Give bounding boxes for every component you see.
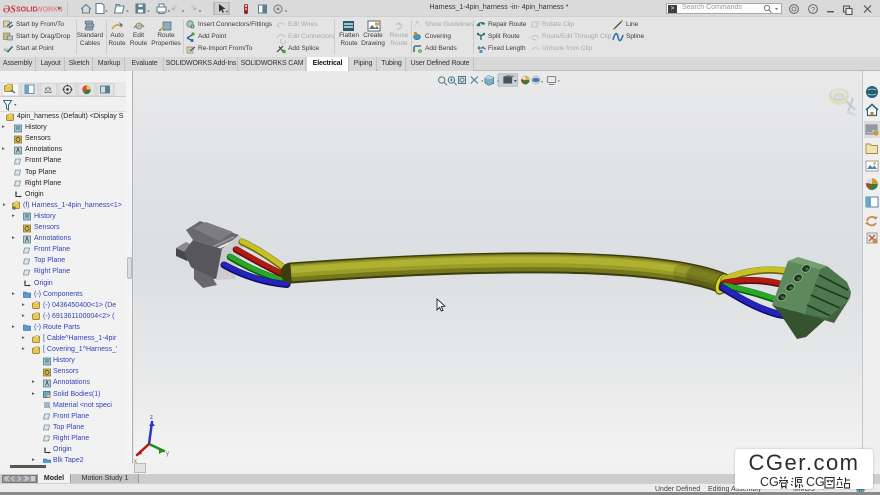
svg-text:SOLID: SOLID bbox=[16, 7, 37, 14]
svg-text:CG: CG bbox=[806, 475, 825, 489]
svg-text:y: y bbox=[166, 451, 169, 457]
svg-text:?: ? bbox=[811, 4, 815, 13]
svg-text:z: z bbox=[150, 415, 153, 421]
svg-text:⚖: ⚖ bbox=[44, 85, 52, 95]
svg-text:CG: CG bbox=[760, 475, 779, 489]
svg-text:ƏS: ƏS bbox=[3, 5, 16, 16]
